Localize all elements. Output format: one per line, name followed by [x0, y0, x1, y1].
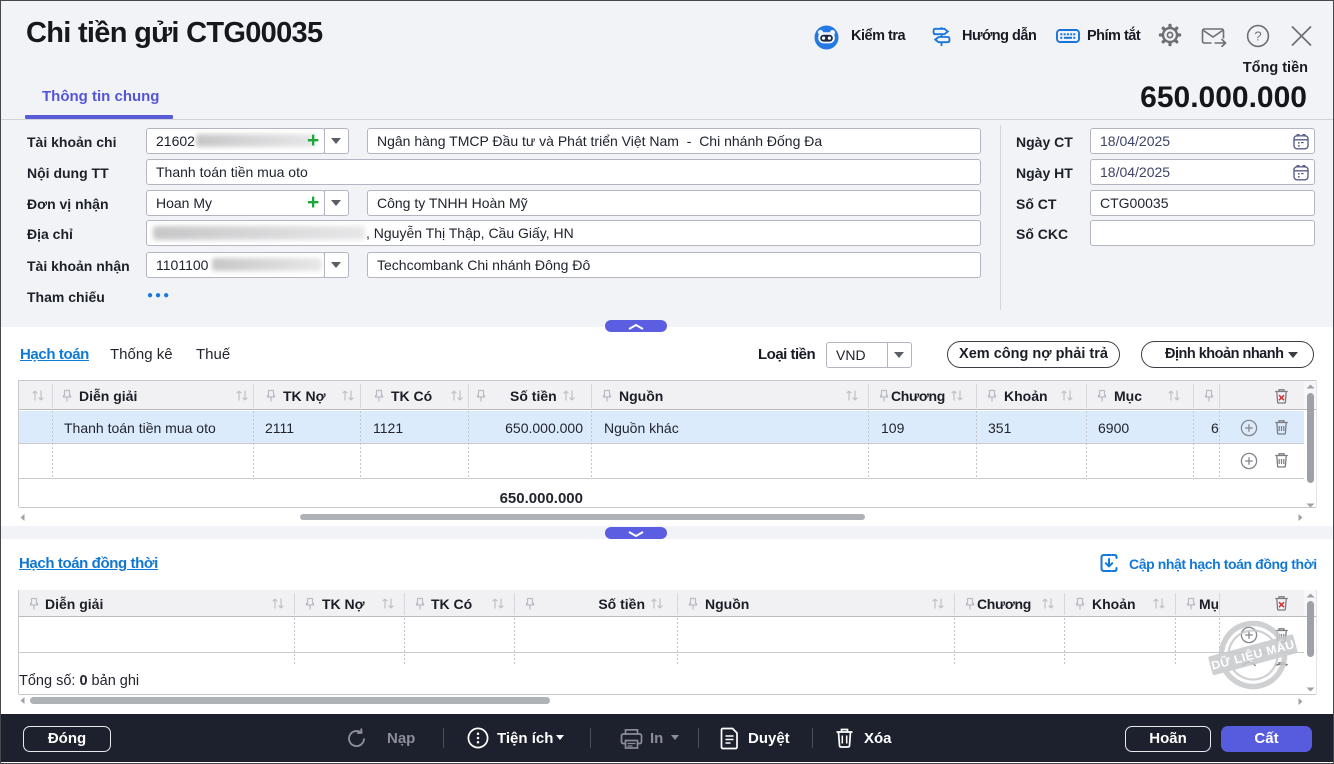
svg-text:?: ? — [1254, 29, 1261, 44]
